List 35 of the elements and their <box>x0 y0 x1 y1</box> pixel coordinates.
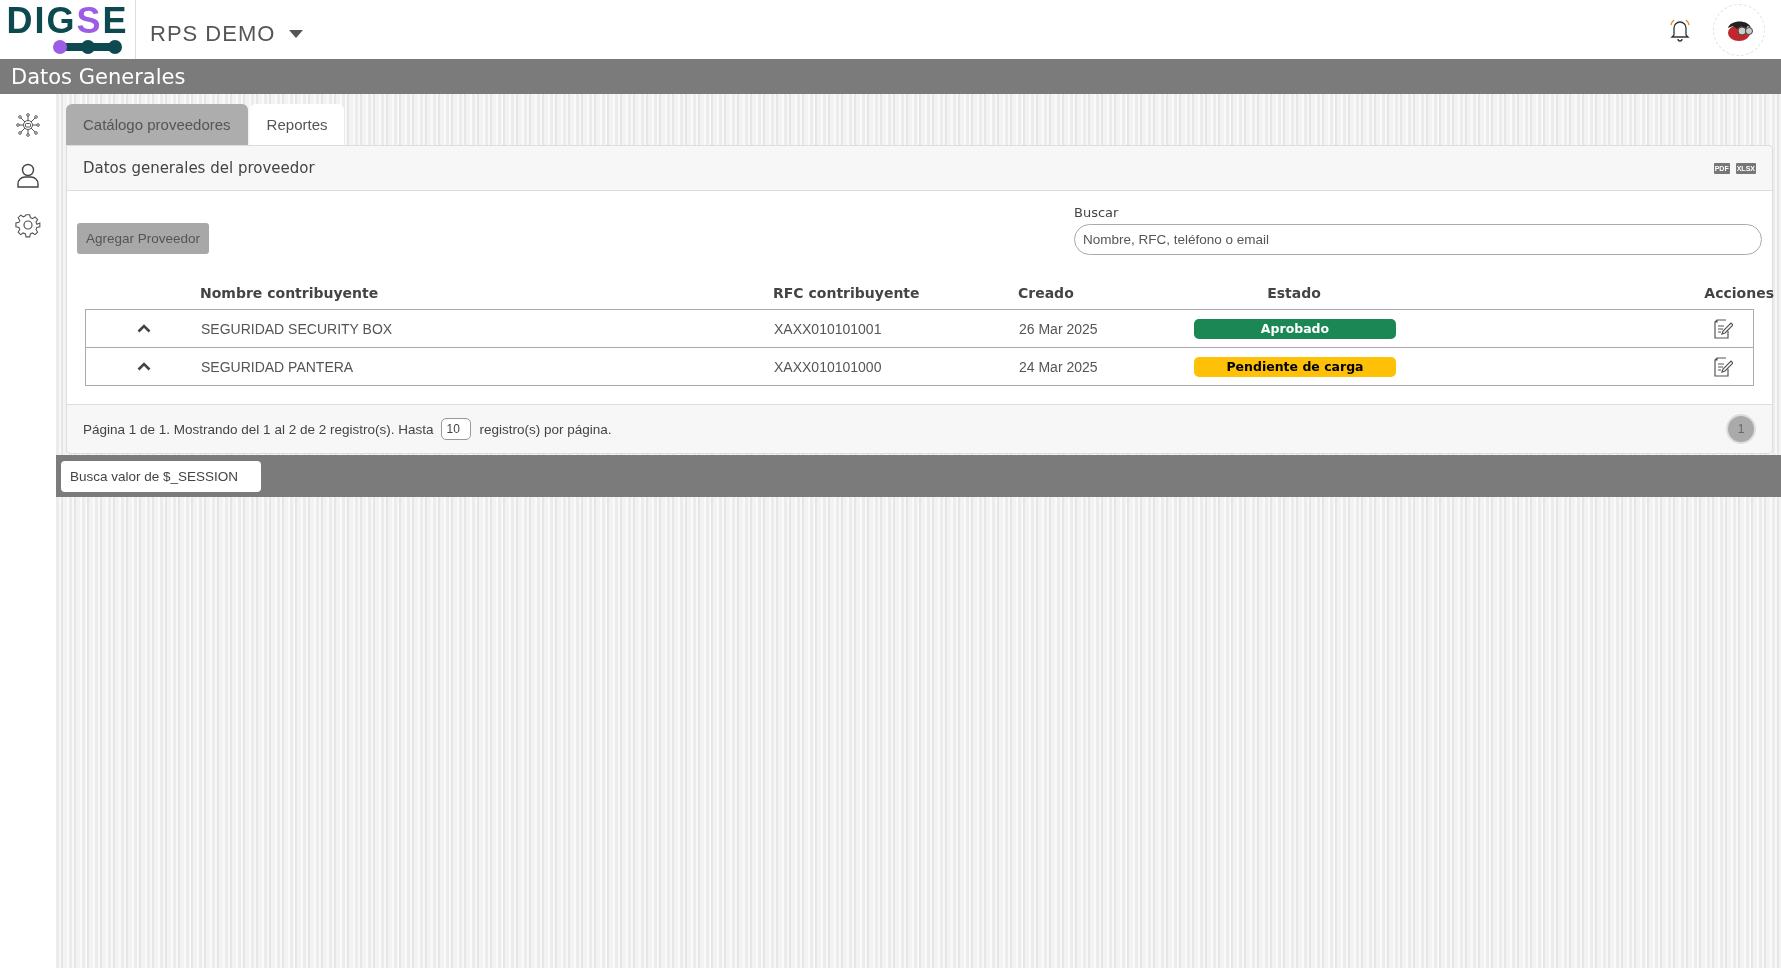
column-header: Acciones <box>1704 285 1774 301</box>
column-header: Nombre contribuyente <box>200 285 380 301</box>
network-icon[interactable] <box>15 112 41 138</box>
chevron-up-icon[interactable] <box>136 324 151 333</box>
pagination-text: Página 1 de 1. Mostrando del 1 al 2 de 2 registro(s). Hasta <box>83 421 434 437</box>
session-search-field[interactable]: Busca valor de $_SESSION <box>61 460 261 492</box>
table-cell-text: 26 Mar 2025 <box>1019 320 1099 337</box>
page-button[interactable]: 1 <box>1726 414 1756 444</box>
edit-icon[interactable] <box>1713 317 1733 340</box>
logo-text: DIGSE <box>6 4 129 38</box>
add-button[interactable]: Agregar Proveedor <box>77 223 210 254</box>
caret-icon <box>289 29 304 38</box>
chevron-up-icon[interactable] <box>136 362 151 371</box>
column-header: Creado <box>1018 285 1075 301</box>
column-header: RFC contribuyente <box>773 285 921 301</box>
table-cell-text: XAXX010101000 <box>774 358 883 375</box>
status-badge: Pendiente de carga <box>1194 356 1396 377</box>
column-header: Estado <box>1267 285 1321 301</box>
table-cell-text: SEGURIDAD SECURITY BOX <box>201 320 394 337</box>
settings-icon[interactable] <box>15 212 41 238</box>
project-dropdown[interactable]: RPS DEMO <box>146 12 308 47</box>
table-cell-text: XAXX010101001 <box>774 320 883 337</box>
page-title: Datos Generales <box>11 64 186 89</box>
card-title: Datos generales del proveedor <box>83 159 315 177</box>
status-badge: Aprobado <box>1194 318 1396 339</box>
user-icon[interactable] <box>16 162 40 188</box>
tab[interactable]: Reportes <box>249 104 345 145</box>
search-label: Buscar <box>1074 205 1120 220</box>
table-cell-text: 24 Mar 2025 <box>1019 358 1099 375</box>
page-size-field[interactable]: 10 <box>441 418 472 440</box>
table-cell-text: SEGURIDAD PANTERA <box>201 358 355 375</box>
search-field[interactable]: Nombre, RFC, teléfono o email <box>1074 224 1762 255</box>
tab[interactable]: Catálogo proveedores <box>66 104 248 145</box>
pagination-text: registro(s) por página. <box>479 421 612 437</box>
edit-icon[interactable] <box>1713 355 1733 378</box>
